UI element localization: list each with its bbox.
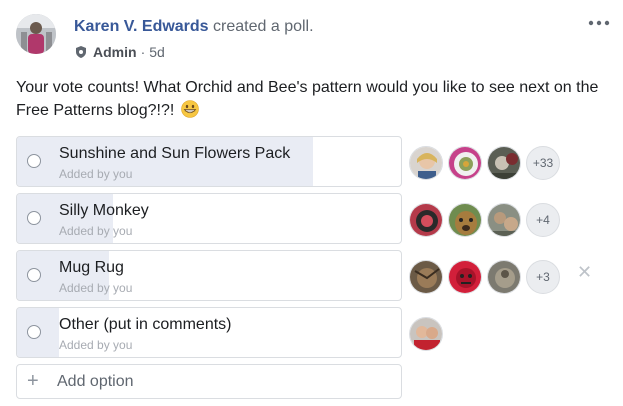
voter-avatar[interactable]	[409, 146, 443, 180]
more-horizontal-icon[interactable]	[587, 14, 611, 32]
poll-option[interactable]: Other (put in comments) Added by you	[16, 307, 402, 358]
voter-avatar[interactable]	[448, 260, 482, 294]
post-header: Karen V. Edwards created a poll. Admin ·…	[16, 12, 611, 64]
role-badge: Admin	[93, 44, 137, 60]
poll-option[interactable]: Silly Monkey Added by you	[16, 193, 402, 244]
post-body: Your vote counts! What Orchid and Bee's …	[16, 76, 606, 122]
more-voters-count[interactable]: +3	[526, 260, 560, 294]
more-voters-count[interactable]: +33	[526, 146, 560, 180]
voter-avatar[interactable]	[487, 260, 521, 294]
post-text: Your vote counts! What Orchid and Bee's …	[16, 79, 599, 119]
admin-shield-icon	[74, 45, 88, 59]
voter-avatar[interactable]	[487, 146, 521, 180]
post-meta: Admin · 5d	[74, 44, 165, 60]
voter-avatar[interactable]	[409, 317, 443, 351]
option-label: Silly Monkey	[59, 202, 149, 219]
author-name[interactable]: Karen V. Edwards	[74, 18, 209, 35]
meta-separator: ·	[140, 44, 146, 60]
voter-avatars: +3	[409, 259, 560, 295]
voter-avatars	[409, 316, 448, 352]
voter-avatars: +33	[409, 145, 560, 181]
voter-avatar[interactable]	[487, 203, 521, 237]
plus-icon: +	[27, 370, 39, 392]
voter-avatar[interactable]	[409, 203, 443, 237]
option-added-by: Added by you	[59, 281, 133, 295]
voter-avatar[interactable]	[409, 260, 443, 294]
poll-option[interactable]: Sunshine and Sun Flowers Pack Added by y…	[16, 136, 402, 187]
option-added-by: Added by you	[59, 167, 133, 181]
option-added-by: Added by you	[59, 338, 133, 352]
voter-avatar[interactable]	[448, 146, 482, 180]
poll-radio[interactable]	[27, 325, 41, 339]
add-option-input[interactable]	[57, 369, 387, 394]
option-added-by: Added by you	[59, 224, 133, 238]
poll-radio[interactable]	[27, 268, 41, 282]
option-label: Sunshine and Sun Flowers Pack	[59, 145, 291, 162]
voter-avatar[interactable]	[448, 203, 482, 237]
grinning-face-emoji	[180, 100, 199, 118]
poll-radio[interactable]	[27, 211, 41, 225]
author-avatar[interactable]	[16, 14, 56, 54]
option-label: Other (put in comments)	[59, 316, 232, 333]
option-label: Mug Rug	[59, 259, 124, 276]
more-voters-count[interactable]: +4	[526, 203, 560, 237]
close-icon[interactable]: ✕	[577, 262, 592, 283]
post-action: created a poll.	[213, 18, 314, 35]
add-option-field[interactable]: +	[16, 364, 402, 399]
post-time[interactable]: 5d	[149, 44, 165, 60]
post-title: Karen V. Edwards created a poll.	[74, 18, 314, 36]
poll-radio[interactable]	[27, 154, 41, 168]
voter-avatars: +4	[409, 202, 560, 238]
poll-option[interactable]: Mug Rug Added by you	[16, 250, 402, 301]
